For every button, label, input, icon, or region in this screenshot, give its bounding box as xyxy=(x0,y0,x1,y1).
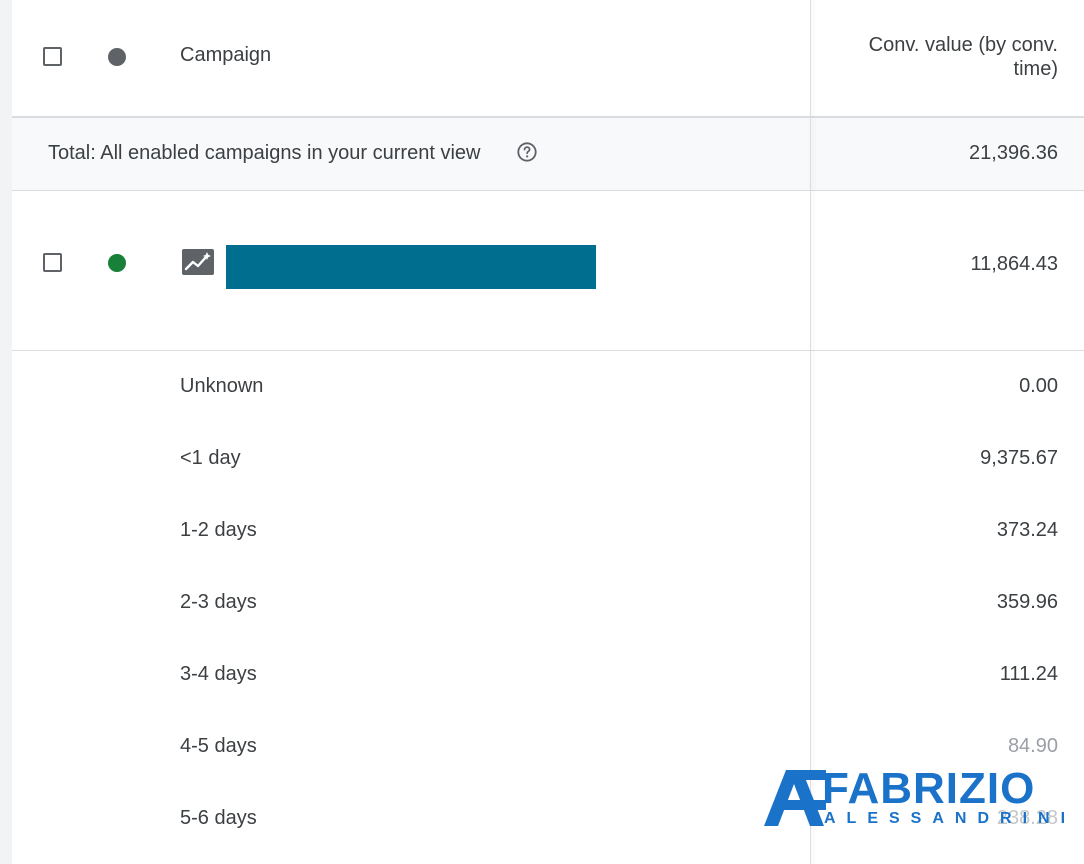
smart-campaign-icon xyxy=(182,249,214,275)
status-column-icon xyxy=(108,48,126,66)
select-all-checkbox[interactable] xyxy=(43,47,62,66)
segment-row: 1-2 days 373.24 xyxy=(12,495,1084,567)
segment-label: <1 day xyxy=(180,447,241,469)
segment-value: 84.90 xyxy=(1007,735,1058,757)
total-row: Total: All enabled campaigns in your cur… xyxy=(12,118,1084,191)
segment-row: <1 day 9,375.67 xyxy=(12,423,1084,495)
campaign-column-header[interactable]: Campaign xyxy=(180,44,271,67)
total-value: 21,396.36 xyxy=(969,142,1058,164)
campaign-name-redacted[interactable] xyxy=(226,245,596,289)
status-enabled-icon[interactable] xyxy=(108,254,126,272)
segment-row: 3-4 days 111.24 xyxy=(12,639,1084,711)
segment-label: 4-5 days xyxy=(180,735,257,757)
segment-label: Unknown xyxy=(180,375,264,397)
table-header-row: Campaign Conv. value (by conv. time) xyxy=(12,0,1084,118)
conv-value-header-line2: time) xyxy=(1013,58,1058,80)
segment-value: 373.24 xyxy=(996,519,1058,541)
segment-value: 359.96 xyxy=(996,591,1058,613)
watermark-name: FABRIZIO xyxy=(822,764,1036,813)
campaign-checkbox[interactable] xyxy=(43,253,62,272)
segment-row: 2-3 days 359.96 xyxy=(12,567,1084,639)
campaign-table: Campaign Conv. value (by conv. time) Tot… xyxy=(12,0,1084,864)
total-label: Total: All enabled campaigns in your cur… xyxy=(48,142,481,164)
conv-value-header-line1: Conv. value (by conv. xyxy=(868,34,1058,56)
segment-value: 9,375.67 xyxy=(980,447,1058,469)
help-icon[interactable] xyxy=(516,141,538,163)
watermark-logo: FABRIZIO ALESSANDRINI xyxy=(752,760,1065,840)
segment-value: 0.00 xyxy=(1019,375,1058,397)
campaign-row[interactable]: 11,864.43 xyxy=(12,191,1084,351)
column-divider[interactable] xyxy=(810,0,811,864)
watermark-surname: ALESSANDRINI xyxy=(824,810,1077,827)
segment-label: 2-3 days xyxy=(180,591,257,613)
conv-value-column-header[interactable]: Conv. value (by conv. time) xyxy=(832,33,1058,81)
segment-value: 111.24 xyxy=(999,663,1058,685)
segment-label: 3-4 days xyxy=(180,663,257,685)
segment-row: Unknown 0.00 xyxy=(12,351,1084,423)
segment-label: 5-6 days xyxy=(180,807,257,829)
campaign-value: 11,864.43 xyxy=(970,253,1059,275)
segment-label: 1-2 days xyxy=(180,519,257,541)
